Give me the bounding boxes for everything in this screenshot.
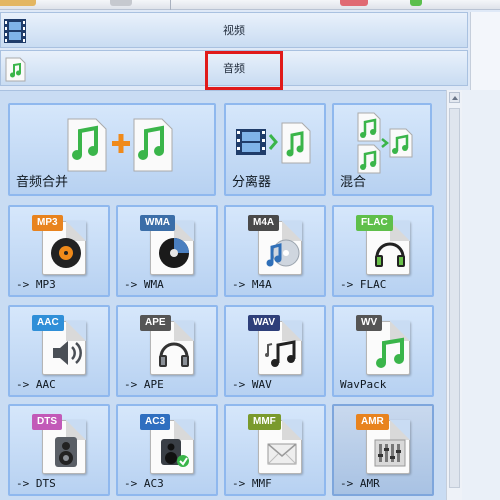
tile-label: -> AAC — [16, 378, 56, 391]
tile-label: -> AC3 — [124, 477, 164, 490]
format-tag: WV — [356, 315, 383, 331]
video-category-header[interactable]: 视频 — [0, 12, 468, 48]
headphones-icon — [375, 242, 405, 267]
toolbar-icon-start[interactable] — [410, 0, 422, 6]
tile-to-amr[interactable]: AMR -> AMR — [332, 404, 434, 496]
tile-label: -> APE — [124, 378, 164, 391]
tile-to-m4a[interactable]: M4A -> M4A — [224, 205, 326, 297]
aac-file-icon: AAC — [32, 315, 96, 377]
speaker-icon — [55, 437, 77, 467]
toolbar-icon-folder[interactable] — [0, 0, 36, 6]
green-note-icon — [376, 337, 404, 368]
music-notes-icon — [265, 340, 296, 367]
tile-label: 混合 — [340, 175, 367, 190]
speaker-icon — [53, 341, 82, 365]
m4a-file-icon: M4A — [248, 215, 312, 277]
tile-to-flac[interactable]: FLAC -> FLAC — [332, 205, 434, 297]
tile-wavpack[interactable]: WV WavPack — [332, 305, 434, 397]
format-tag: MMF — [248, 414, 281, 430]
mmf-file-icon: MMF — [248, 414, 312, 476]
tile-label: 音频合并 — [16, 175, 69, 190]
scroll-up-arrow-icon[interactable] — [449, 92, 460, 103]
tile-mix[interactable]: 混合 — [332, 103, 432, 196]
audio-file-icon — [5, 57, 26, 82]
vertical-scrollbar[interactable] — [446, 90, 462, 500]
ac3-file-icon: AC3 — [140, 414, 204, 476]
scroll-thumb[interactable] — [449, 108, 460, 488]
format-tag: APE — [140, 315, 171, 331]
format-tag: FLAC — [356, 215, 393, 231]
toolbar-icon-stop[interactable] — [340, 0, 368, 6]
tile-to-ape[interactable]: APE -> APE — [116, 305, 218, 397]
format-tag: WAV — [248, 315, 281, 331]
tile-label: WavPack — [340, 378, 387, 391]
format-tag: WMA — [140, 215, 175, 231]
tile-to-dts[interactable]: DTS -> DTS — [8, 404, 110, 496]
format-tag: DTS — [32, 414, 62, 430]
tile-label: -> AMR — [340, 477, 380, 490]
right-side-strip — [470, 12, 500, 90]
right-blank-area — [462, 90, 500, 500]
music-disc-icon — [266, 239, 300, 267]
toolbar-icon-gear[interactable] — [110, 0, 132, 6]
tile-to-mmf[interactable]: MMF -> MMF — [224, 404, 326, 496]
mix-icon — [357, 112, 413, 174]
tile-to-aac[interactable]: AAC -> AAC — [8, 305, 110, 397]
wma-file-icon: WMA — [140, 215, 204, 277]
vinyl-icon — [51, 238, 81, 268]
format-tag: AMR — [356, 414, 389, 430]
format-tag: AAC — [32, 315, 64, 331]
tile-label: -> MP3 — [16, 278, 56, 291]
tile-label: -> FLAC — [340, 278, 387, 291]
equalizer-icon — [374, 439, 406, 467]
format-tag: AC3 — [140, 414, 171, 430]
media-disc-icon — [159, 238, 189, 268]
splitter-icon — [236, 122, 311, 164]
ape-file-icon: APE — [140, 315, 204, 377]
tile-label: -> WAV — [232, 378, 272, 391]
tile-label: 分离器 — [232, 175, 272, 190]
top-toolbar — [0, 0, 500, 10]
speaker-icon — [161, 439, 189, 467]
tile-label: -> MMF — [232, 477, 272, 490]
video-header-label: 视频 — [223, 24, 245, 37]
headphones-icon — [159, 342, 189, 367]
tile-to-wav[interactable]: WAV -> WAV — [224, 305, 326, 397]
film-strip-icon — [4, 19, 26, 43]
dts-file-icon: DTS — [32, 414, 96, 476]
tile-audio-join[interactable]: 音频合并 — [8, 103, 216, 196]
audio-header-highlight-box — [205, 51, 283, 90]
wav-file-icon: WAV — [248, 315, 312, 377]
tile-label: -> WMA — [124, 278, 164, 291]
tile-to-mp3[interactable]: MP3 -> MP3 — [8, 205, 110, 297]
toolbar-divider — [170, 0, 171, 10]
flac-file-icon: FLAC — [356, 215, 420, 277]
tile-splitter[interactable]: 分离器 — [224, 103, 326, 196]
amr-file-icon: AMR — [356, 414, 420, 476]
tile-label: -> M4A — [232, 278, 272, 291]
tile-to-ac3[interactable]: AC3 -> AC3 — [116, 404, 218, 496]
envelope-icon — [267, 443, 297, 465]
mp3-file-icon: MP3 — [32, 215, 96, 277]
format-tag: M4A — [248, 215, 280, 231]
tile-label: -> DTS — [16, 477, 56, 490]
wv-file-icon: WV — [356, 315, 420, 377]
audio-join-icon — [67, 118, 173, 172]
format-tag: MP3 — [32, 215, 63, 231]
tile-to-wma[interactable]: WMA -> WMA — [116, 205, 218, 297]
